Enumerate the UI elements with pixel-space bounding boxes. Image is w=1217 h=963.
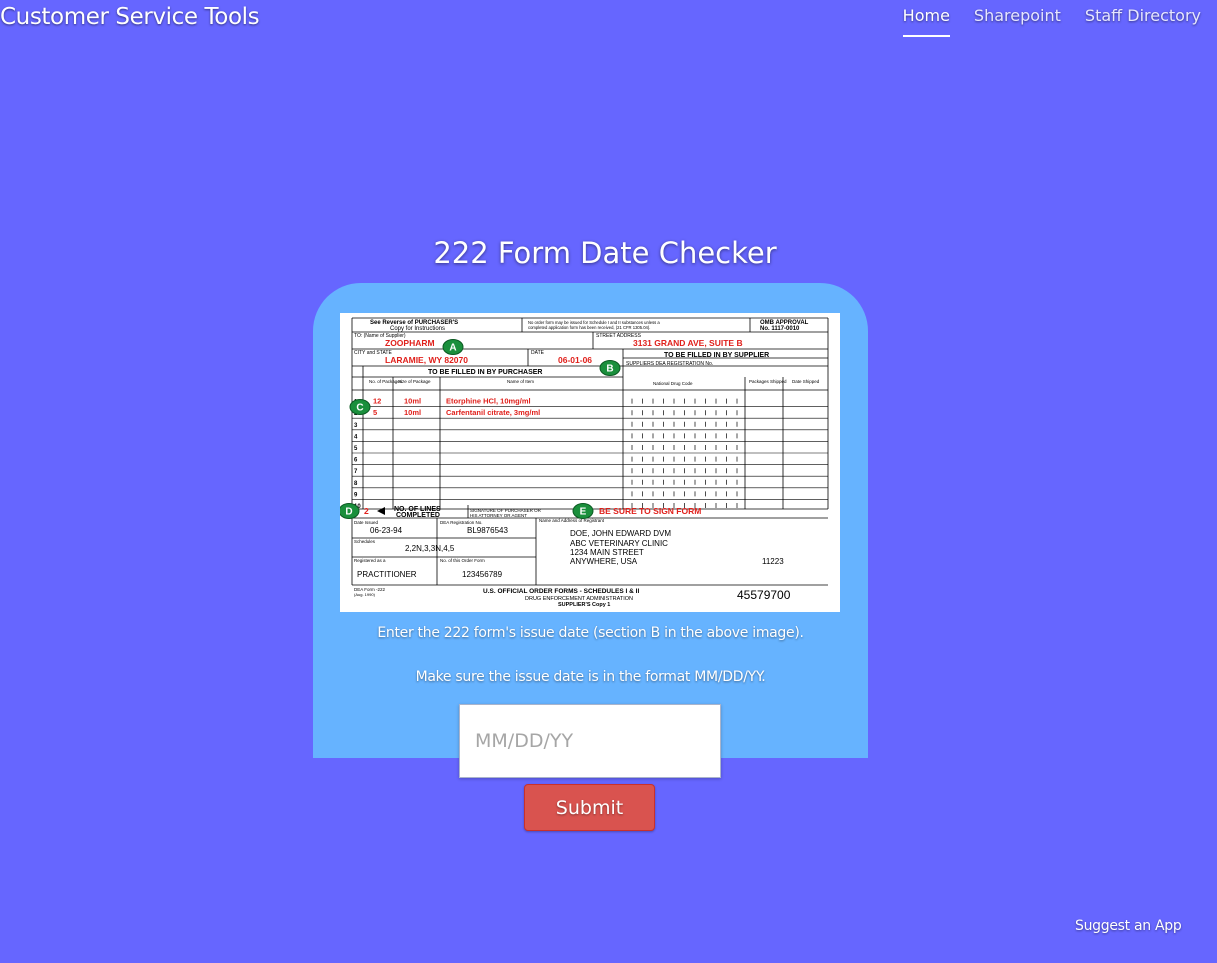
form-footer-3: SUPPLIER'S Copy 1 — [558, 602, 610, 608]
form-supplier-fill: TO BE FILLED IN BY SUPPLIER — [664, 352, 769, 359]
form-row-size: 10ml — [404, 408, 421, 417]
form-col-date-shipped: Date Shipped — [792, 379, 820, 384]
form-row-size: 10ml — [404, 397, 421, 406]
form-row-item: Etorphine HCl, 10mg/ml — [446, 397, 531, 406]
form-city: LARAMIE, WY 82070 — [385, 355, 468, 365]
form-col-shipped: Packages Shipped — [749, 379, 787, 384]
form-serial: 45579700 — [737, 588, 791, 602]
main-nav: Home Sharepoint Staff Directory — [902, 6, 1201, 37]
form-dea-no: BL9876543 — [467, 526, 508, 535]
form-omb-2: No. 1117-0010 — [760, 326, 800, 332]
form-header-mid-2: completed application form has been rece… — [528, 325, 650, 330]
form-street: 3131 GRAND AVE, SUITE B — [633, 338, 743, 348]
form-row-packages: 12 — [373, 397, 381, 406]
form-marker-c: C — [349, 399, 371, 415]
nav-staff-directory-link[interactable]: Staff Directory — [1085, 6, 1201, 37]
form-col-size: Size of Package — [398, 379, 431, 384]
brand-title[interactable]: Customer Service Tools — [0, 4, 260, 30]
form-row-item: Carfentanil citrate, 3mg/ml — [446, 408, 540, 417]
form-schedules-label: Schedules — [354, 539, 376, 544]
form-date-issued: 06-23-94 — [370, 526, 403, 535]
form-order-no-label: No. of this Order Form — [440, 558, 485, 563]
form-registrant-2: ABC VETERINARY CLINIC — [570, 539, 668, 548]
svg-text:C: C — [356, 403, 363, 414]
form-col-item: Name of Item — [507, 379, 534, 384]
form-col-ndc: National Drug Code — [653, 381, 693, 386]
svg-text:D: D — [345, 507, 352, 518]
form-order-no: 123456789 — [462, 570, 503, 579]
form-marker-a: A — [442, 339, 464, 355]
form-registrant-3: 1234 MAIN STREET — [570, 548, 644, 557]
form-date-issued-label: Date Issued — [354, 520, 379, 525]
dea-222-form-image: See Reverse of PURCHASER'S Copy for Inst… — [338, 313, 840, 612]
form-marker-b: B — [599, 360, 621, 376]
form-signature-label-2: HIS ATTORNEY OR AGENT — [470, 513, 527, 518]
form-dea-no-label: DEA Registration No. — [440, 520, 483, 525]
page-title: 222 Form Date Checker — [433, 236, 777, 270]
form-registered: PRACTITIONER — [357, 570, 417, 579]
date-checker-card: See Reverse of PURCHASER'S Copy for Inst… — [313, 283, 868, 758]
suggest-app-link[interactable]: Suggest an App — [1075, 918, 1182, 934]
form-date: 06-01-06 — [558, 355, 592, 365]
form-dea-reg-label: SUPPLIERS DEA REGISTRATION No. — [626, 361, 713, 367]
form-name-addr-label: Name and Address of Registrant — [539, 518, 605, 523]
form-id-2: (Aug. 1990) — [354, 592, 376, 597]
svg-text:B: B — [606, 364, 613, 375]
form-lines-label-2: COMPLETED — [396, 512, 440, 519]
form-marker-d: D — [338, 503, 360, 519]
form-date-label: DATE — [531, 350, 545, 356]
form-header-left-2: Copy for Instructions — [390, 326, 445, 332]
instruction-format: Make sure the issue date is in the forma… — [415, 669, 766, 685]
svg-text:E: E — [580, 507, 587, 518]
instruction-issue-date: Enter the 222 form's issue date (section… — [377, 625, 804, 641]
form-supplier: ZOOPHARM — [385, 338, 435, 348]
form-lines-completed: 2 — [364, 506, 369, 516]
form-purchaser-fill: TO BE FILLED IN BY PURCHASER — [428, 369, 542, 376]
nav-home-link[interactable]: Home — [902, 6, 950, 37]
nav-sharepoint-link[interactable]: Sharepoint — [974, 6, 1061, 37]
form-sign-note: BE SURE TO SIGN FORM — [599, 506, 701, 516]
svg-text:A: A — [449, 343, 456, 354]
form-registrant-1: DOE, JOHN EDWARD DVM — [570, 529, 671, 538]
issue-date-input[interactable] — [459, 704, 721, 778]
form-footer-1: U.S. OFFICIAL ORDER FORMS - SCHEDULES I … — [483, 588, 639, 595]
form-registered-label: Registered as a — [354, 558, 386, 563]
submit-button[interactable]: Submit — [524, 784, 655, 831]
form-row-packages: 5 — [373, 408, 377, 417]
form-schedules: 2,2N,3,3N,4,5 — [405, 544, 455, 553]
form-marker-e: E — [572, 503, 594, 519]
form-image-svg: See Reverse of PURCHASER'S Copy for Inst… — [338, 313, 840, 612]
form-registrant-4: ANYWHERE, USA — [570, 557, 638, 566]
top-navbar: Customer Service Tools Home Sharepoint S… — [0, 0, 1217, 48]
form-zip: 11223 — [762, 557, 784, 566]
